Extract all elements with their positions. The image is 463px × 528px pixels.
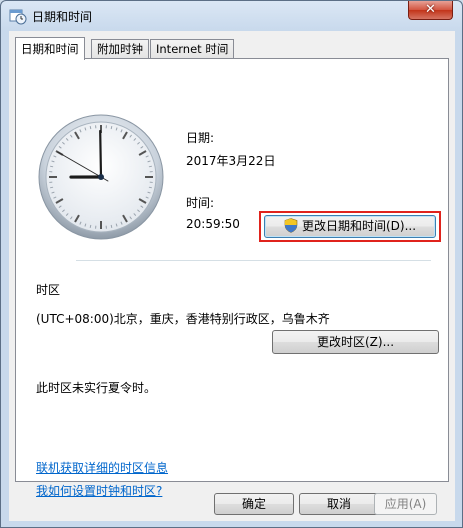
clock-minute-tick xyxy=(148,165,152,168)
time-value: 20:59:50 xyxy=(186,217,240,231)
date-label: 日期: xyxy=(186,131,215,145)
tab-panel: 日期: 2017年3月22日 时间: 20:59:50 时区 (UTC+08:0… xyxy=(15,58,449,498)
title-bar[interactable]: 日期和时间 ✕ xyxy=(1,1,462,31)
online-timezone-info-link[interactable]: 联机获取详细的时区信息 xyxy=(36,459,168,476)
apply-button[interactable]: 应用(A) xyxy=(374,493,437,515)
clock-minute-tick xyxy=(148,186,152,189)
calendar-clock-icon xyxy=(9,9,27,25)
dst-note: 此时区未实行夏令时。 xyxy=(36,381,157,395)
highlight-box xyxy=(259,211,441,242)
clock-center xyxy=(98,174,104,180)
change-timezone-button[interactable]: 更改时区(Z)... xyxy=(272,330,439,354)
clock-minute-tick xyxy=(110,126,113,130)
timezone-value: (UTC+08:00)北京，重庆，香港特别行政区，乌鲁木齐 xyxy=(36,312,330,326)
minute-hand xyxy=(99,129,103,179)
close-icon: ✕ xyxy=(425,2,436,17)
clock-minute-tick xyxy=(50,186,54,189)
date-value: 2017年3月22日 xyxy=(186,154,276,168)
window-title: 日期和时间 xyxy=(32,10,93,24)
clock-minute-tick xyxy=(89,224,92,228)
cancel-button[interactable]: 取消 xyxy=(299,493,379,515)
tab-internet-time[interactable]: Internet 时间 xyxy=(150,39,235,59)
close-button[interactable]: ✕ xyxy=(408,1,453,20)
clock-minute-tick xyxy=(50,165,54,168)
how-to-set-clock-link[interactable]: 我如何设置时钟和时区? xyxy=(36,482,162,499)
clock-minute-tick xyxy=(110,224,113,228)
tab-additional-clocks[interactable]: 附加时钟 xyxy=(91,39,149,59)
clock-minute-tick xyxy=(89,126,92,130)
ok-button[interactable]: 确定 xyxy=(214,493,294,515)
time-label: 时间: xyxy=(186,196,215,210)
tab-date-time[interactable]: 日期和时间 xyxy=(15,37,85,60)
timezone-separator xyxy=(76,260,431,261)
date-time-dialog: 日期和时间 ✕ 日期和时间 附加时钟 Internet 时间 日期: 2017年… xyxy=(0,0,463,528)
analog-clock xyxy=(38,114,164,240)
dialog-client: 日期和时间 附加时钟 Internet 时间 日期: 2017年3月22日 时间… xyxy=(9,31,455,521)
timezone-section-label: 时区 xyxy=(36,283,61,297)
